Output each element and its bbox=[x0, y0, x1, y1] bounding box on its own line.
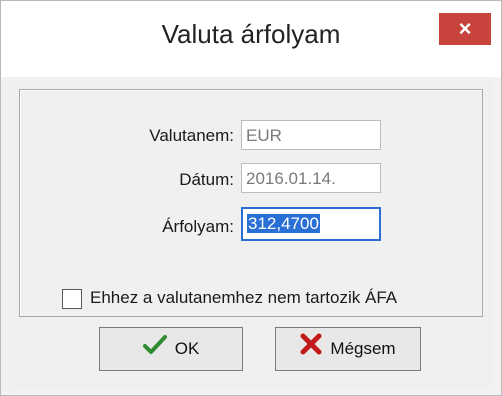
close-button[interactable]: × bbox=[439, 13, 491, 45]
cancel-button[interactable]: Mégsem bbox=[275, 327, 421, 371]
rate-value: 312,4700 bbox=[247, 214, 320, 233]
no-vat-checkbox[interactable] bbox=[62, 288, 82, 309]
ok-button-label: OK bbox=[174, 339, 200, 358]
currency-label: Valutanem: bbox=[149, 126, 234, 145]
date-field[interactable]: 2016.01.14. bbox=[241, 163, 381, 193]
close-icon[interactable]: × bbox=[459, 16, 472, 41]
dialog-content: Valutanem: EUR Dátum: 2016.01.14. Árfoly… bbox=[9, 77, 493, 389]
rate-input[interactable]: 312,4700 bbox=[241, 207, 381, 241]
dialog-title: Valuta árfolyam bbox=[161, 19, 341, 49]
date-label: Dátum: bbox=[179, 170, 234, 189]
cancel-button-label: Mégsem bbox=[330, 339, 396, 358]
x-icon bbox=[300, 329, 322, 371]
no-vat-checkbox-row[interactable]: Ehhez a valutanemhez nem tartozik ÁFA bbox=[62, 288, 397, 309]
ok-button[interactable]: OK bbox=[99, 327, 243, 371]
no-vat-checkbox-label: Ehhez a valutanemhez nem tartozik ÁFA bbox=[90, 288, 398, 307]
title-bar: Valuta árfolyam × bbox=[1, 1, 501, 77]
rate-label: Árfolyam: bbox=[162, 217, 234, 236]
checkmark-icon bbox=[142, 329, 167, 371]
fields-group: Valutanem: EUR Dátum: 2016.01.14. Árfoly… bbox=[19, 89, 483, 317]
date-value: 2016.01.14. bbox=[246, 169, 336, 188]
currency-value: EUR bbox=[246, 126, 282, 145]
currency-field[interactable]: EUR bbox=[241, 120, 381, 150]
currency-rate-dialog: Valuta árfolyam × Valutanem: EUR Dátum: … bbox=[0, 0, 502, 396]
